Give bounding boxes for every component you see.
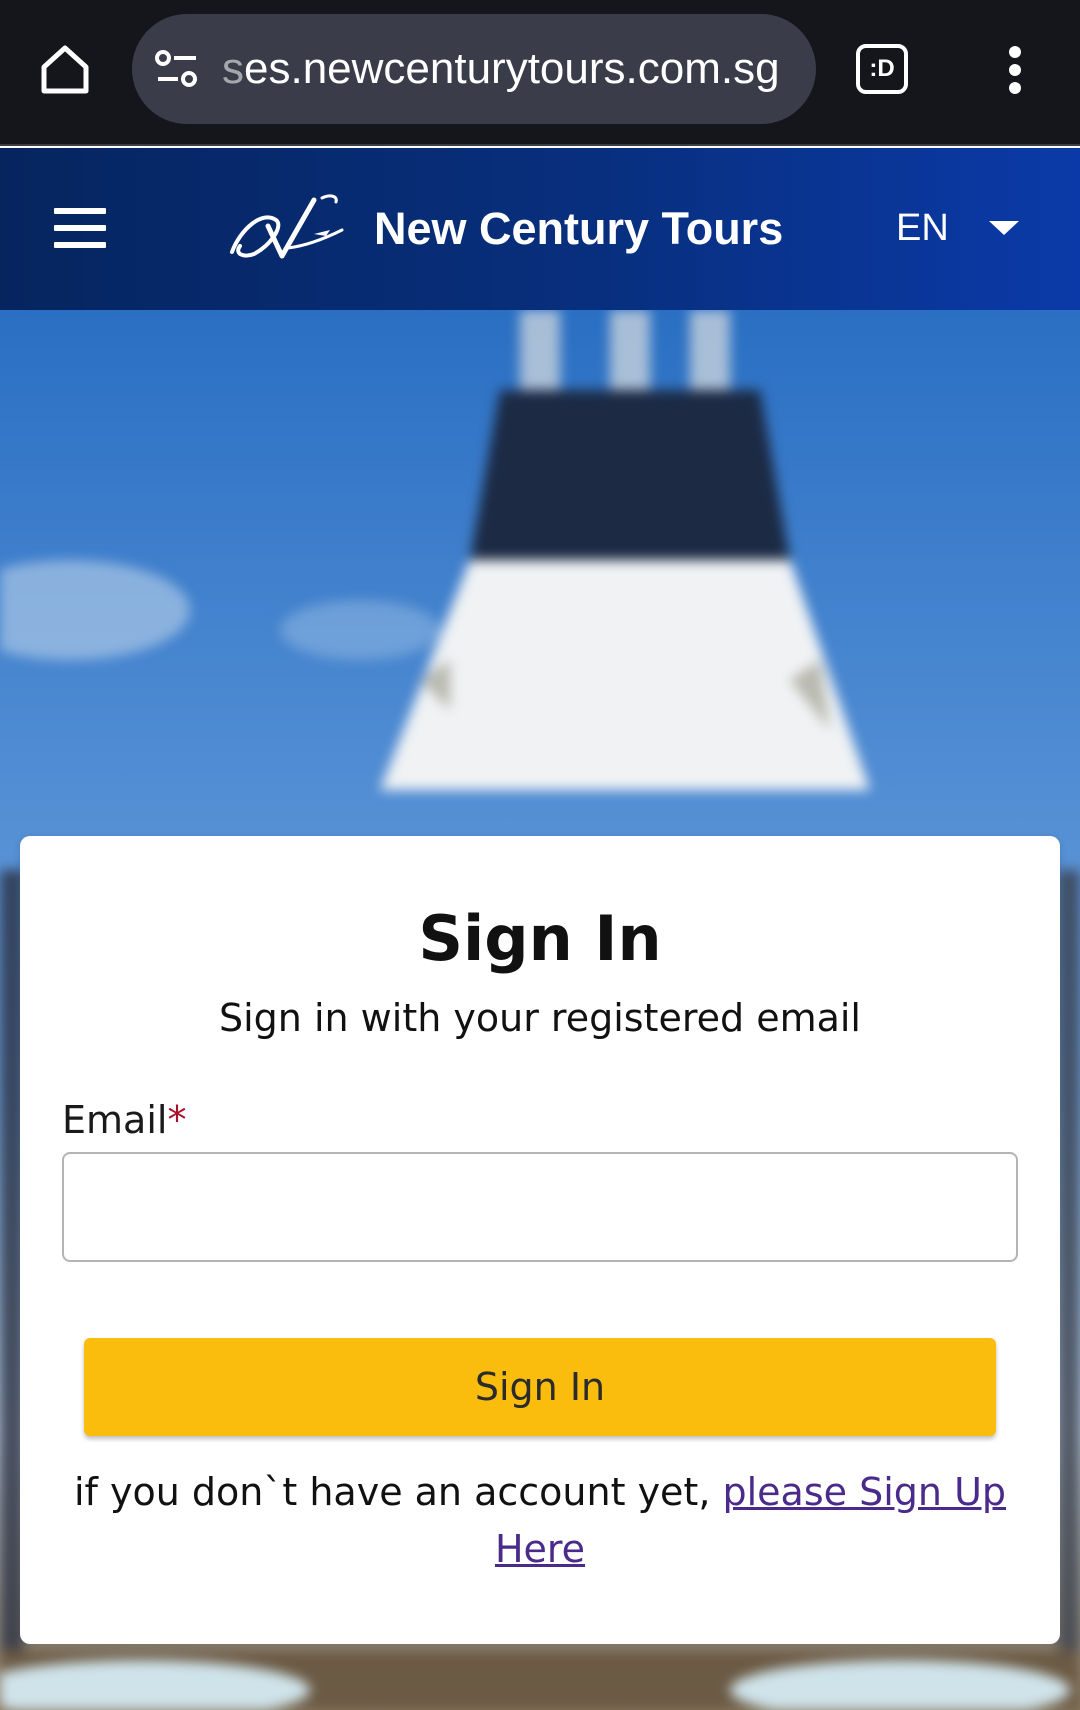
dropdown-caret-icon <box>988 221 1019 235</box>
hamburger-menu-icon[interactable] <box>54 208 106 248</box>
signup-prompt-text: if you don`t have an account yet, <box>73 1470 723 1514</box>
brand-name[interactable]: New Century Tours <box>374 198 783 260</box>
hamburger-line <box>54 225 106 231</box>
site-settings-icon[interactable] <box>154 49 200 89</box>
email-label-text: Email <box>62 1098 168 1142</box>
site-header: New Century Tours EN <box>0 148 1080 310</box>
page-title: Sign In <box>418 902 662 975</box>
more-vert-icon[interactable] <box>1000 40 1030 100</box>
hamburger-line <box>54 208 106 214</box>
menu-dot <box>1009 82 1021 94</box>
brand-logo[interactable] <box>218 190 350 266</box>
page-subtitle: Sign in with your registered email <box>219 996 861 1040</box>
email-label: Email* <box>62 1098 186 1142</box>
email-field[interactable] <box>62 1152 1018 1262</box>
signup-prompt: if you don`t have an account yet, please… <box>60 1464 1020 1578</box>
signin-card: Sign In Sign in with your registered ema… <box>20 836 1060 1644</box>
hamburger-line <box>54 242 106 248</box>
url-faded-part: s <box>222 44 244 93</box>
browser-toolbar: ses.newcenturytours.com.sg :D <box>0 0 1080 146</box>
menu-dot <box>1009 64 1021 76</box>
sign-in-button[interactable]: Sign In <box>84 1338 996 1436</box>
language-label: EN <box>896 206 949 249</box>
extension-label: :D <box>869 55 895 82</box>
language-select[interactable]: EN <box>896 200 1036 256</box>
home-button[interactable] <box>34 36 96 102</box>
url-text: ses.newcenturytours.com.sg <box>222 14 802 124</box>
url-main-part: es.newcenturytours.com.sg <box>244 44 780 93</box>
required-marker: * <box>167 1098 187 1142</box>
home-icon <box>41 45 89 94</box>
extension-icon[interactable]: :D <box>856 44 908 94</box>
menu-dot <box>1009 46 1021 58</box>
address-bar[interactable]: ses.newcenturytours.com.sg <box>132 14 816 124</box>
